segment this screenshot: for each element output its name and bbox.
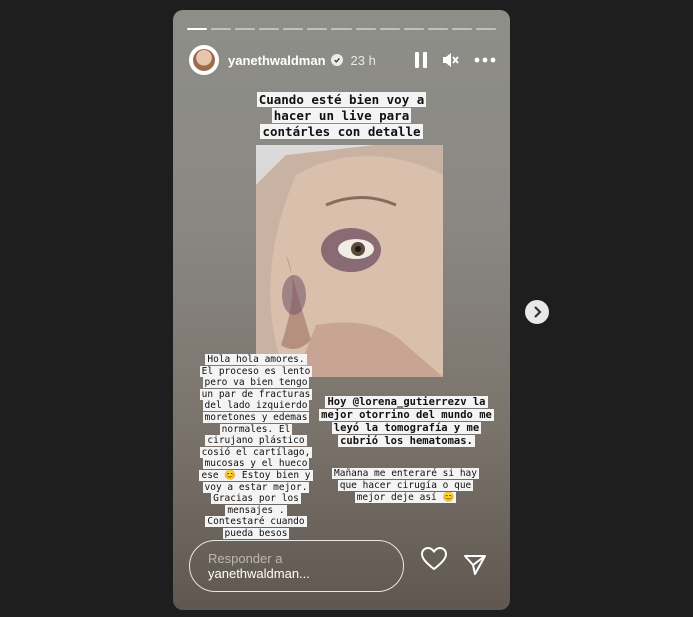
progress-segment <box>475 28 497 30</box>
avatar-image <box>193 49 215 71</box>
progress-segment <box>331 28 352 30</box>
reply-placeholder: Responder a <box>208 550 283 566</box>
verified-badge-icon <box>330 54 343 66</box>
progress-segment <box>427 28 448 30</box>
story-header: yanethwaldman 23 h <box>189 44 496 76</box>
post-time: 23 h <box>350 52 376 68</box>
pause-icon[interactable] <box>414 52 428 68</box>
caption-right-mention: Hoy @lorena_gutierrezv la mejor otorrino… <box>319 396 494 447</box>
caption-top: Cuando esté bien voy a hacer un live par… <box>256 92 427 139</box>
caption-left: Hola hola amores. El proceso es lento pe… <box>199 354 313 539</box>
progress-segment <box>283 28 304 30</box>
story-viewer: yanethwaldman 23 h Cuando esté bien voy … <box>173 10 510 610</box>
caption-right-bottom: Mañana me enteraré si hay que hacer ciru… <box>332 468 479 503</box>
next-story-chevron-right-icon[interactable] <box>525 300 549 324</box>
story-progress-bar <box>187 28 497 30</box>
muted-speaker-icon[interactable] <box>442 52 460 68</box>
progress-segment <box>451 28 472 30</box>
send-icon[interactable] <box>463 554 487 581</box>
more-dots-icon[interactable] <box>474 57 496 63</box>
progress-segment <box>235 28 256 30</box>
progress-segment <box>187 28 208 30</box>
heart-icon[interactable] <box>420 546 448 576</box>
progress-segment <box>307 28 328 30</box>
username[interactable]: yanethwaldman <box>228 53 326 68</box>
progress-segment <box>379 28 400 30</box>
reply-username: yanethwaldman... <box>208 565 310 581</box>
story-photo <box>256 145 443 377</box>
progress-segment <box>403 28 424 30</box>
progress-segment <box>211 28 232 30</box>
progress-segment <box>355 28 376 30</box>
reply-input[interactable]: Responder a yanethwaldman... <box>189 540 404 592</box>
progress-segment <box>259 28 280 30</box>
avatar[interactable] <box>189 45 219 75</box>
